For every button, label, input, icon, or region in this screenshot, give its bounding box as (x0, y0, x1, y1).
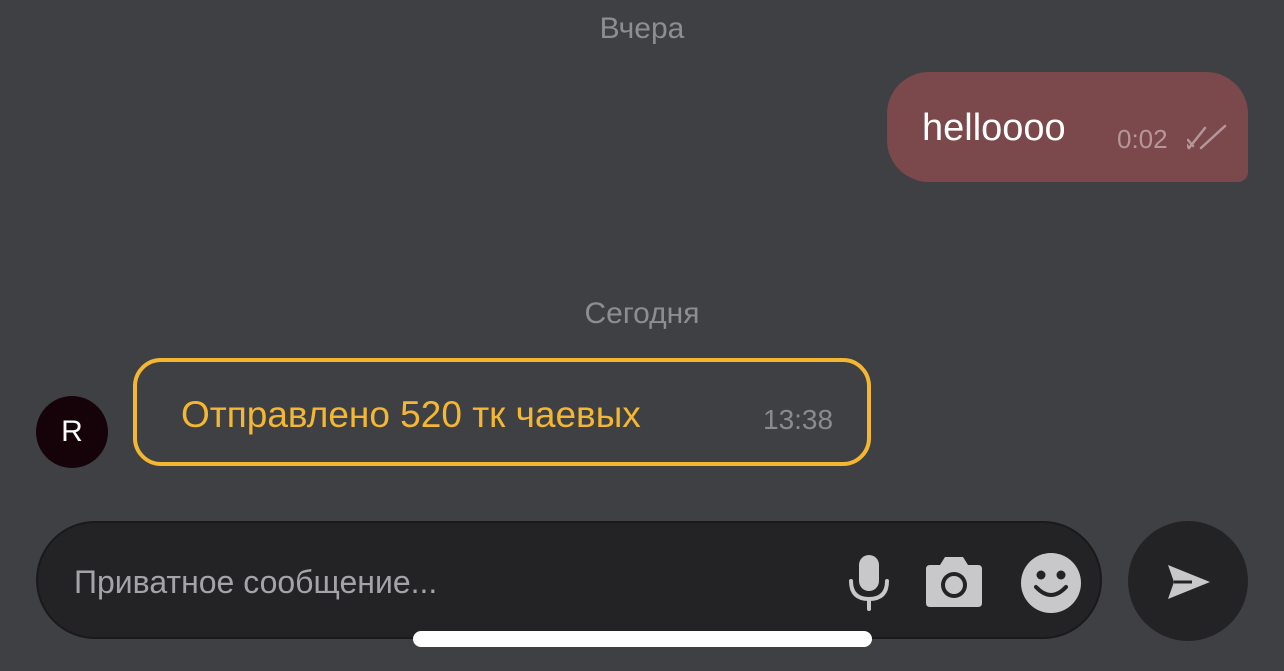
tip-message-bubble[interactable]: Отправлено 520 тк чаевых 13:38 (133, 358, 871, 466)
tip-message-text: Отправлено 520 тк чаевых (181, 394, 641, 435)
outgoing-message-text: helloooo (922, 107, 1066, 149)
outgoing-message-bubble[interactable]: helloooo 0:02 (887, 72, 1248, 182)
send-icon (1168, 565, 1210, 599)
home-indicator[interactable] (413, 631, 872, 647)
send-button[interactable] (1128, 521, 1248, 641)
message-input[interactable] (72, 553, 796, 611)
avatar[interactable]: R (36, 396, 108, 468)
date-separator-today: Сегодня (584, 297, 700, 330)
microphone-icon[interactable] (837, 551, 901, 615)
date-separator-yesterday: Вчера (599, 12, 685, 45)
chat-screen: Вчера helloooo 0:02 Сегодня R Отправлено… (0, 0, 1284, 671)
avatar-initial: R (61, 415, 83, 448)
tip-message-time: 13:38 (763, 404, 834, 435)
double-check-icon (1187, 124, 1227, 150)
camera-icon[interactable] (922, 551, 986, 615)
outgoing-message-time: 0:02 (1117, 124, 1168, 154)
message-composer (36, 521, 1102, 639)
emoji-icon[interactable] (1019, 551, 1083, 615)
